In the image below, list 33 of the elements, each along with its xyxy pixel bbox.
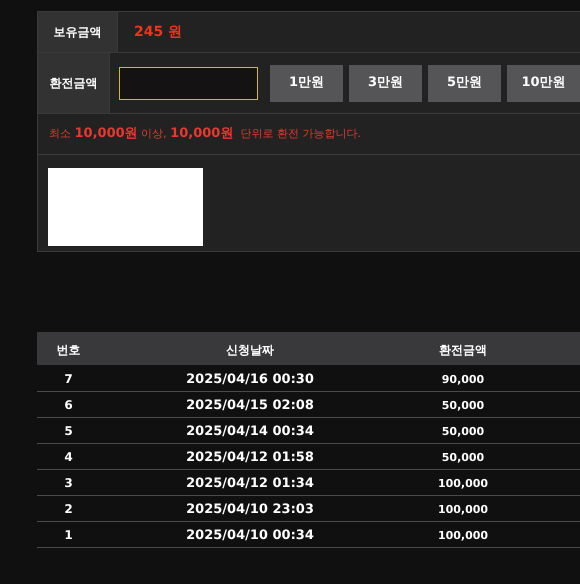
table-cell: 50,000 [442, 399, 484, 412]
table-cell: 90,000 [442, 372, 484, 386]
amount-button[interactable]: 1만원 [270, 64, 343, 102]
table-cell: 2025/04/14 00:34 [186, 424, 314, 439]
table-cell: 6 [64, 398, 73, 412]
table-cell: 2025/04/12 01:34 [186, 476, 314, 491]
amount-input-field[interactable] [119, 66, 258, 100]
notice-text: 최소 10,000원 이상, 10,000원 단위로 환전 가능합니다. [49, 125, 361, 144]
table-cell: 2 [64, 502, 73, 516]
balance-amount: 245 원 [134, 22, 182, 42]
amount-button[interactable]: 3만원 [349, 64, 422, 102]
table-cell: 2025/04/10 00:34 [186, 528, 314, 543]
table-cell: 4 [64, 450, 73, 464]
amount-button[interactable]: 10만원 [507, 64, 580, 102]
table-cell: 2025/04/15 02:08 [186, 398, 314, 413]
table-cell: 2025/04/16 00:30 [186, 372, 314, 387]
field-label: 환전금액 [50, 75, 98, 92]
table-cell: 5 [64, 424, 73, 438]
table-cell: 50,000 [442, 451, 484, 464]
table-cell: 100,000 [438, 529, 488, 542]
amount-button[interactable]: 5만원 [428, 64, 501, 102]
table-cell: 3 [64, 476, 73, 490]
table-cell: 50,000 [442, 425, 484, 438]
table-cell: 2025/04/10 23:03 [186, 502, 314, 517]
column-header: 신청날짜 [226, 342, 274, 356]
column-header: 번호 [56, 342, 80, 356]
table-cell: 100,000 [438, 503, 488, 516]
table-cell: 1 [64, 528, 73, 542]
table-cell: 100,000 [438, 477, 488, 490]
field-label: 보유금액 [54, 24, 102, 41]
table-cell: 2025/04/12 01:58 [186, 450, 314, 465]
column-header: 환전금액 [439, 342, 487, 356]
table-cell: 7 [64, 372, 73, 386]
